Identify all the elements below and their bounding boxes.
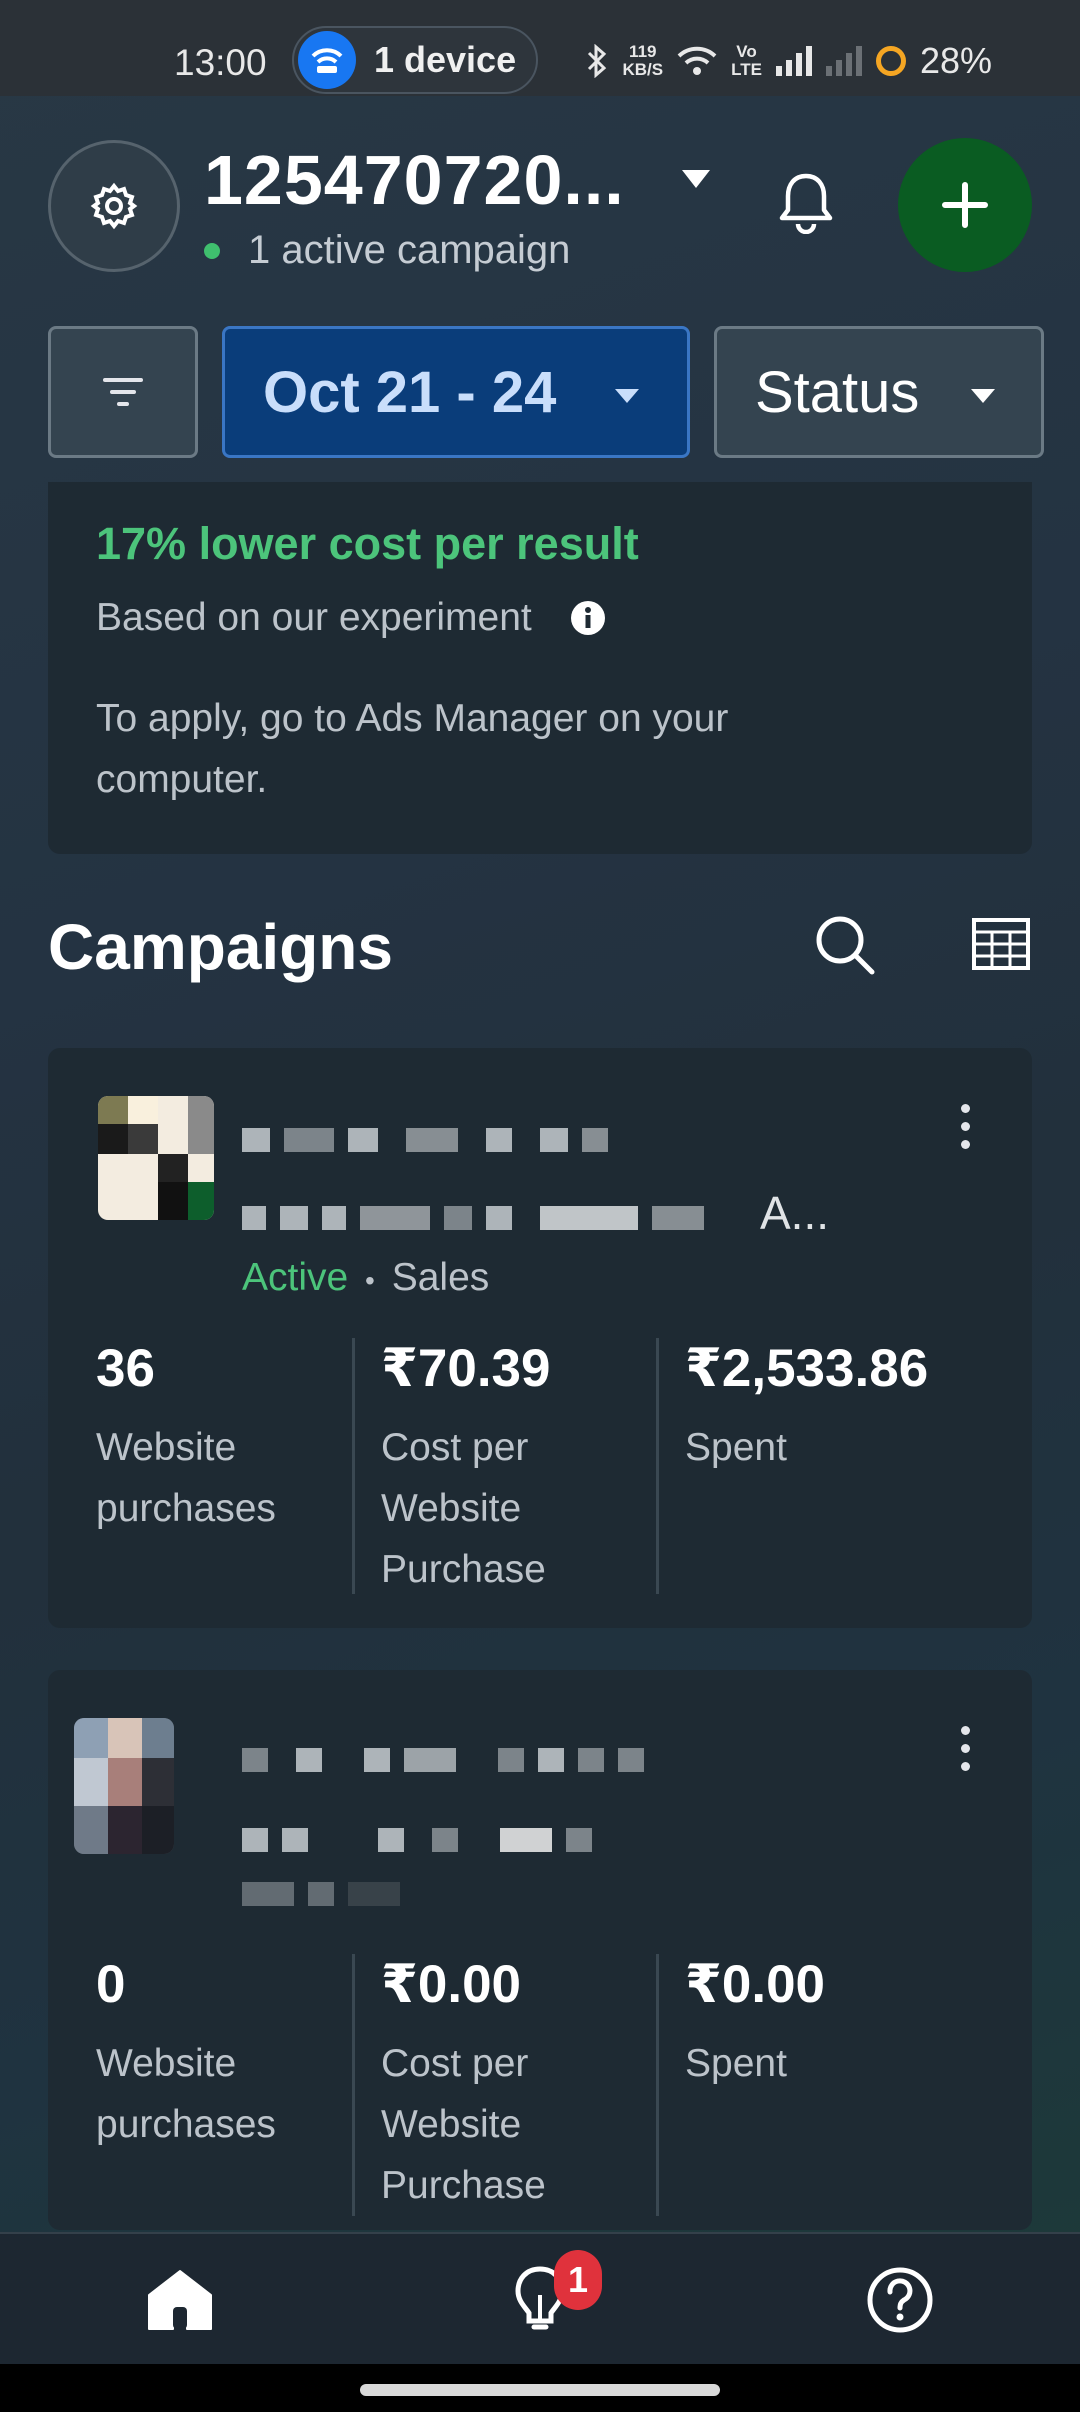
metric-cost-per-purchase: ₹0.00 Cost per Website Purchase (352, 1954, 656, 2216)
settings-button[interactable] (48, 140, 180, 272)
battery-level: 28% (919, 40, 992, 81)
campaign-name-blurred-line-2 (242, 1828, 592, 1852)
bluetooth-icon (588, 44, 607, 78)
volte-top: Vo (736, 42, 757, 61)
metric-cost-per-purchase: ₹70.39 Cost per Website Purchase (352, 1338, 656, 1594)
campaign-name-blurred-line-1 (242, 1128, 608, 1152)
status-bar: 13:00 1 device 119 KB/S Vo LTE 28% (0, 0, 1080, 96)
home-indicator[interactable] (360, 2384, 720, 2396)
net-speed-value: 119 (629, 42, 657, 61)
metric-label: Spent (685, 1426, 787, 1469)
campaign-thumbnail (98, 1096, 214, 1220)
nav-home[interactable] (110, 2234, 250, 2366)
gesture-bar (0, 2364, 1080, 2412)
table-view-icon[interactable] (972, 918, 1030, 970)
metric-spent: ₹2,533.86 Spent (656, 1338, 960, 1594)
metric-label: Cost per Website Purchase (381, 1426, 546, 1591)
campaign-thumbnail (74, 1718, 174, 1854)
campaign-status-line: Active • Sales (242, 1256, 489, 1300)
notification-badge: 1 (554, 2250, 602, 2310)
date-range-selector[interactable]: Oct 21 - 24 (222, 326, 690, 458)
campaign-card[interactable]: A... Active • Sales 36 Website purchases… (48, 1048, 1032, 1628)
metric-value: ₹70.39 (381, 1339, 551, 1398)
volte-bottom: LTE (731, 60, 762, 79)
active-campaign-count: 1 active campaign (248, 228, 571, 272)
recommendation-card: 17% lower cost per result Based on our e… (48, 482, 1032, 854)
metric-label: Cost per Website Purchase (381, 2042, 546, 2207)
campaign-card[interactable]: 0 Website purchases ₹0.00 Cost per Websi… (48, 1670, 1032, 2230)
active-campaign-summary: 1 active campaign (204, 228, 570, 273)
metric-value: ₹2,533.86 (685, 1339, 929, 1398)
campaign-name-blurred-line-3 (242, 1882, 400, 1906)
campaign-status: Active (242, 1256, 349, 1299)
metric-website-purchases: 36 Website purchases (48, 1338, 352, 1594)
campaign-objective: Sales (391, 1256, 490, 1299)
wifi-icon (677, 46, 717, 75)
recommendation-body: To apply, go to Ads Manager on your comp… (96, 697, 729, 801)
help-question-icon (867, 2267, 933, 2333)
active-dot-icon (204, 242, 220, 259)
caret-down-icon[interactable] (680, 168, 712, 190)
search-icon[interactable] (814, 914, 876, 976)
account-selector[interactable]: 125470720... (204, 140, 625, 220)
metric-value: ₹0.00 (685, 1955, 826, 2014)
filter-button[interactable] (48, 326, 198, 458)
more-options-icon[interactable] (961, 1726, 970, 1771)
caret-down-icon (615, 389, 639, 403)
status-time: 13:00 (174, 42, 267, 83)
pill-label: 1 device (374, 39, 517, 80)
battery-saver-icon (875, 46, 906, 76)
metric-label: Website purchases (96, 2042, 276, 2146)
recommendation-headline: 17% lower cost per result (96, 518, 639, 569)
metric-spent: ₹0.00 Spent (656, 1954, 960, 2216)
network-speed: 119 KB/S (622, 43, 663, 79)
recommendation-subtitle: Based on our experiment (96, 596, 606, 640)
info-icon[interactable] (570, 600, 606, 636)
volte-indicator: Vo LTE (731, 43, 762, 79)
caret-down-icon (971, 389, 995, 403)
metric-value: 36 (96, 1339, 155, 1398)
status-filter-label: Status (755, 359, 920, 425)
nav-help[interactable] (830, 2234, 970, 2366)
signal-bars-sim2-icon (825, 46, 862, 76)
campaign-name-trailing: A... (760, 1187, 830, 1239)
filter-lines-icon (103, 378, 143, 406)
campaign-name-blurred-line-1 (242, 1748, 644, 1772)
campaign-metrics: 0 Website purchases ₹0.00 Cost per Websi… (48, 1954, 1032, 2216)
metric-website-purchases: 0 Website purchases (48, 1954, 352, 2216)
gear-icon (90, 182, 138, 230)
create-campaign-button[interactable] (898, 138, 1032, 272)
net-speed-unit: KB/S (622, 60, 664, 79)
metric-label: Spent (685, 2042, 787, 2085)
status-separator: • (365, 1265, 375, 1296)
campaign-metrics: 36 Website purchases ₹70.39 Cost per Web… (48, 1338, 1032, 1594)
more-options-icon[interactable] (961, 1104, 970, 1149)
recommendation-subtitle-text: Based on our experiment (96, 596, 532, 639)
status-filter-selector[interactable]: Status (714, 326, 1044, 458)
date-range-label: Oct 21 - 24 (263, 359, 557, 425)
bottom-navigation: 1 (0, 2232, 1080, 2364)
wifi-hotspot-icon (298, 31, 356, 89)
metric-label: Website purchases (96, 1426, 276, 1530)
campaigns-heading: Campaigns (48, 911, 393, 983)
connected-devices-pill[interactable]: 1 device (292, 26, 538, 94)
metric-value: ₹0.00 (381, 1955, 522, 2014)
campaign-name-blurred-line-2 (242, 1206, 704, 1230)
signal-bars-sim1-icon (775, 46, 812, 76)
plus-icon (942, 182, 988, 228)
home-icon (148, 2270, 212, 2330)
metric-value: 0 (96, 1955, 126, 2014)
nav-recommendations[interactable]: 1 (470, 2234, 610, 2366)
notifications-bell-icon[interactable] (776, 170, 836, 234)
